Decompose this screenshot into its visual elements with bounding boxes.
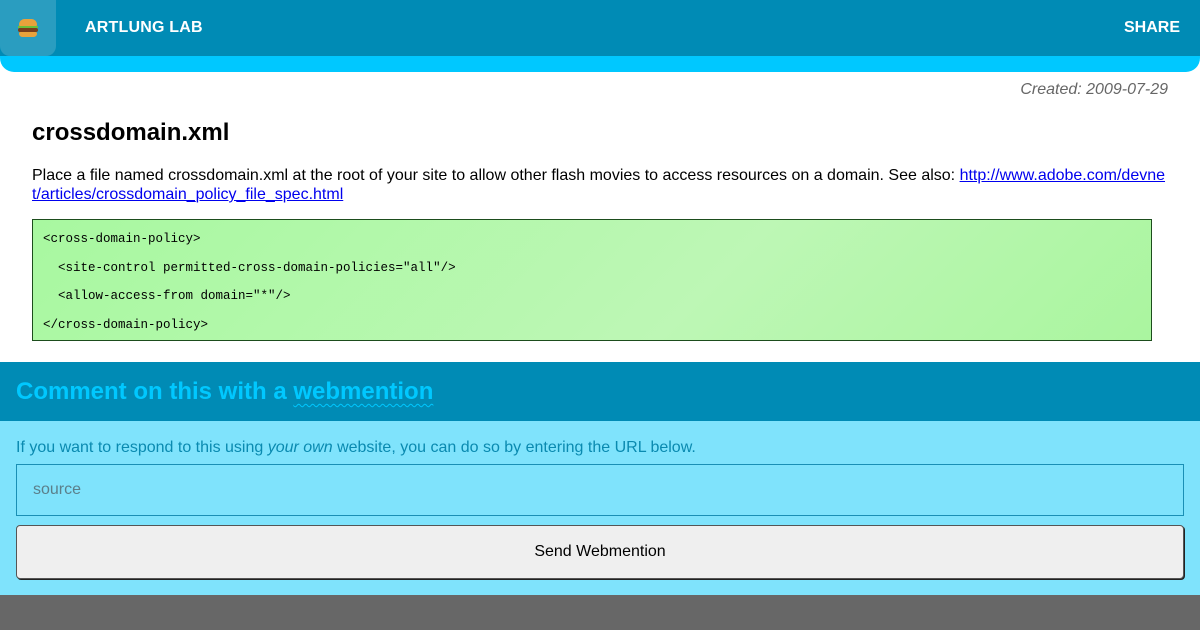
created-date: Created: 2009-07-29 — [1020, 81, 1168, 98]
site-footer — [0, 595, 1200, 630]
webmention-instructions: If you want to respond to this using you… — [16, 439, 696, 457]
webmention-link[interactable]: webmention — [293, 378, 433, 405]
webmention-header: Comment on this with a webmention — [0, 362, 1200, 421]
instructions-before: If you want to respond to this using — [16, 439, 268, 456]
instructions-emphasis: your own — [267, 439, 333, 456]
header-bar: ARTLUNG LAB SHARE — [0, 0, 1200, 56]
intro-paragraph: Place a file named crossdomain.xml at th… — [32, 166, 1168, 204]
share-button[interactable]: SHARE — [1124, 19, 1180, 37]
webmention-heading-text: Comment on this with a — [16, 378, 294, 405]
intro-text: Place a file named crossdomain.xml at th… — [32, 167, 960, 184]
site-title[interactable]: ARTLUNG LAB — [85, 19, 203, 37]
send-webmention-button[interactable]: Send Webmention — [16, 525, 1184, 579]
code-line: <cross-domain-policy> — [43, 232, 201, 246]
page-title: crossdomain.xml — [32, 119, 230, 146]
site-header: ARTLUNG LAB SHARE — [0, 0, 1200, 72]
home-logo[interactable] — [0, 0, 56, 56]
instructions-after: website, you can do so by entering the U… — [332, 439, 696, 456]
hamburger-icon — [18, 19, 38, 37]
code-block: <cross-domain-policy> <site-control perm… — [32, 219, 1152, 341]
code-line: </cross-domain-policy> — [43, 317, 209, 332]
code-line: <allow-access-from domain="*"/> — [43, 289, 291, 303]
source-url-input[interactable] — [16, 464, 1184, 516]
webmention-heading: Comment on this with a webmention — [16, 378, 433, 406]
webmention-form: If you want to respond to this using you… — [0, 421, 1200, 595]
code-line: <site-control permitted-cross-domain-pol… — [43, 260, 456, 275]
